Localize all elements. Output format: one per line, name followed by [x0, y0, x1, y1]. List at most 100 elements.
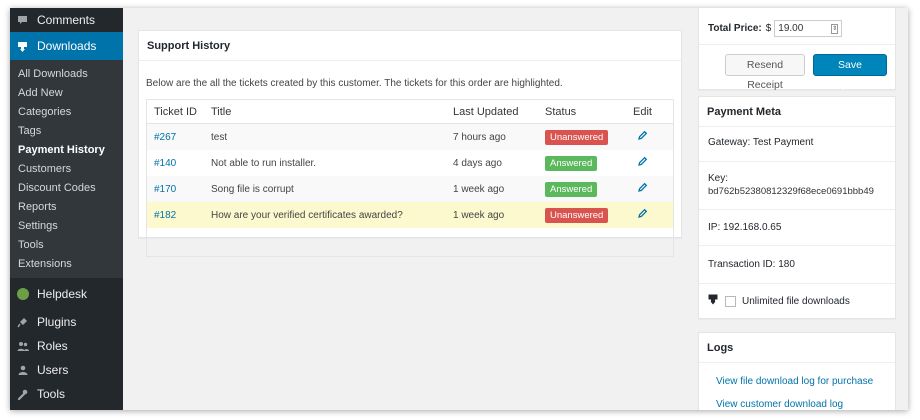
key-value: bd762b52380812329f68ece0691bbb49: [708, 186, 874, 197]
downloads-submenu: All Downloads Add New Categories Tags Pa…: [10, 60, 123, 278]
submenu-tools[interactable]: Tools: [10, 236, 123, 255]
menu-plugins[interactable]: Plugins: [10, 310, 123, 334]
spinner-icon[interactable]: ⇕: [831, 23, 839, 34]
download-icon: [708, 294, 718, 308]
status-badge: Answered: [545, 181, 598, 197]
submenu-discount-codes[interactable]: Discount Codes: [10, 179, 123, 198]
table-row-highlighted: #182 How are your verified certificates …: [147, 202, 673, 228]
total-price-value: 19.00: [778, 23, 804, 34]
wrench-icon: [16, 388, 29, 401]
menu-tools-label: Tools: [37, 387, 66, 401]
submenu-customers[interactable]: Customers: [10, 160, 123, 179]
col-title: Title: [211, 105, 232, 118]
divider: [699, 209, 895, 210]
table-row: #140 Not able to run installer. 4 days a…: [147, 150, 673, 176]
submenu-tags[interactable]: Tags: [10, 122, 123, 141]
helpdesk-icon: [16, 288, 29, 301]
purchase-download-log-link[interactable]: View file download log for purchase: [716, 376, 873, 387]
support-intro-text: Below are the all the tickets created by…: [146, 78, 563, 89]
edit-pencil-icon[interactable]: [637, 208, 648, 219]
logs-box: Logs View file download log for purchase…: [698, 332, 896, 410]
admin-window: Comments Downloads All Downloads Add New…: [10, 8, 908, 410]
ip-row: IP: 192.168.0.65: [708, 222, 781, 233]
status-badge: Unanswered: [545, 207, 609, 223]
comment-icon: [16, 14, 29, 27]
support-history-title: Support History: [139, 31, 681, 61]
col-status: Status: [545, 105, 577, 118]
divider: [699, 283, 895, 284]
menu-helpdesk[interactable]: Helpdesk: [10, 282, 123, 306]
roles-icon: [16, 340, 29, 353]
edit-pencil-icon[interactable]: [637, 182, 648, 193]
table-row: #267 test 7 hours ago Unanswered: [147, 124, 673, 150]
edit-pencil-icon[interactable]: [637, 156, 648, 167]
ticket-updated: 7 hours ago: [453, 131, 506, 143]
ip-label: IP:: [708, 222, 721, 233]
ticket-updated: 1 week ago: [453, 209, 505, 221]
ip-value: 192.168.0.65: [723, 222, 782, 233]
ticket-id-link[interactable]: #170: [154, 184, 176, 195]
menu-users[interactable]: Users: [10, 358, 123, 382]
admin-sidebar: Comments Downloads All Downloads Add New…: [10, 8, 123, 410]
col-ticket-id: Ticket ID: [154, 105, 197, 118]
menu-roles[interactable]: Roles: [10, 334, 123, 358]
menu-comments[interactable]: Comments: [10, 8, 123, 32]
transaction-id-row: Transaction ID: 180: [708, 259, 795, 270]
divider: [699, 44, 895, 45]
menu-comments-label: Comments: [37, 13, 96, 27]
unlimited-downloads-row: Unlimited file downloads: [708, 294, 850, 308]
menu-plugins-label: Plugins: [37, 315, 77, 329]
ticket-updated: 4 days ago: [453, 157, 502, 169]
ticket-id-link[interactable]: #267: [154, 132, 176, 143]
menu-helpdesk-label: Helpdesk: [37, 287, 88, 301]
table-row: #170 Song file is corrupt 1 week ago Ans…: [147, 176, 673, 202]
total-price-input[interactable]: 19.00 ⇕: [774, 20, 843, 37]
download-icon: [16, 40, 29, 53]
payment-update-box: Total Price: $ 19.00 ⇕ Resend Receipt Sa…: [698, 8, 896, 91]
col-edit: Edit: [633, 105, 652, 118]
transaction-id-value: 180: [778, 259, 795, 270]
tickets-table: Ticket ID Title Last Updated Status Edit…: [146, 99, 674, 257]
total-price-row: Total Price: $ 19.00 ⇕: [708, 20, 843, 37]
ticket-updated: 1 week ago: [453, 183, 505, 195]
menu-downloads-label: Downloads: [37, 39, 97, 53]
submenu-categories[interactable]: Categories: [10, 103, 123, 122]
edit-pencil-icon[interactable]: [637, 130, 648, 141]
submenu-add-new[interactable]: Add New: [10, 84, 123, 103]
tickets-header-row: Ticket ID Title Last Updated Status Edit: [147, 100, 673, 124]
ticket-title: Song file is corrupt: [211, 183, 294, 195]
col-last-updated: Last Updated: [453, 105, 519, 118]
menu-users-label: Users: [37, 363, 69, 377]
submenu-extensions[interactable]: Extensions: [10, 255, 123, 274]
ticket-title: Not able to run installer.: [211, 157, 317, 169]
transaction-id-label: Transaction ID:: [708, 259, 776, 270]
divider: [699, 245, 895, 246]
submenu-reports[interactable]: Reports: [10, 198, 123, 217]
currency-symbol: $: [765, 23, 772, 34]
ticket-title: test: [211, 131, 228, 143]
payment-meta-title: Payment Meta: [699, 97, 895, 127]
user-icon: [16, 364, 29, 377]
save-payment-button[interactable]: Save Payment: [813, 54, 887, 91]
payment-meta-box: Payment Meta Gateway: Test Payment Key: …: [698, 96, 896, 319]
status-badge: Answered: [545, 155, 598, 171]
ticket-id-link[interactable]: #182: [154, 210, 176, 221]
submenu-all-downloads[interactable]: All Downloads: [10, 65, 123, 84]
total-price-label: Total Price:: [708, 23, 762, 34]
unlimited-downloads-label: Unlimited file downloads: [742, 295, 850, 307]
customer-download-log-link[interactable]: View customer download log: [716, 399, 843, 410]
plugin-icon: [16, 316, 29, 329]
unlimited-downloads-checkbox[interactable]: [725, 295, 736, 307]
menu-downloads[interactable]: Downloads: [10, 32, 123, 60]
submenu-payment-history[interactable]: Payment History: [10, 141, 123, 160]
menu-roles-label: Roles: [37, 339, 68, 353]
divider: [699, 161, 895, 162]
gateway-label: Gateway:: [708, 137, 751, 148]
menu-tools[interactable]: Tools: [10, 382, 123, 406]
gateway-value: Test Payment: [752, 137, 814, 148]
resend-receipt-button[interactable]: Resend Receipt: [725, 54, 805, 91]
submenu-settings[interactable]: Settings: [10, 217, 123, 236]
ticket-id-link[interactable]: #140: [154, 158, 176, 169]
logs-title: Logs: [699, 333, 895, 363]
ticket-title: How are your verified certificates award…: [211, 209, 403, 221]
